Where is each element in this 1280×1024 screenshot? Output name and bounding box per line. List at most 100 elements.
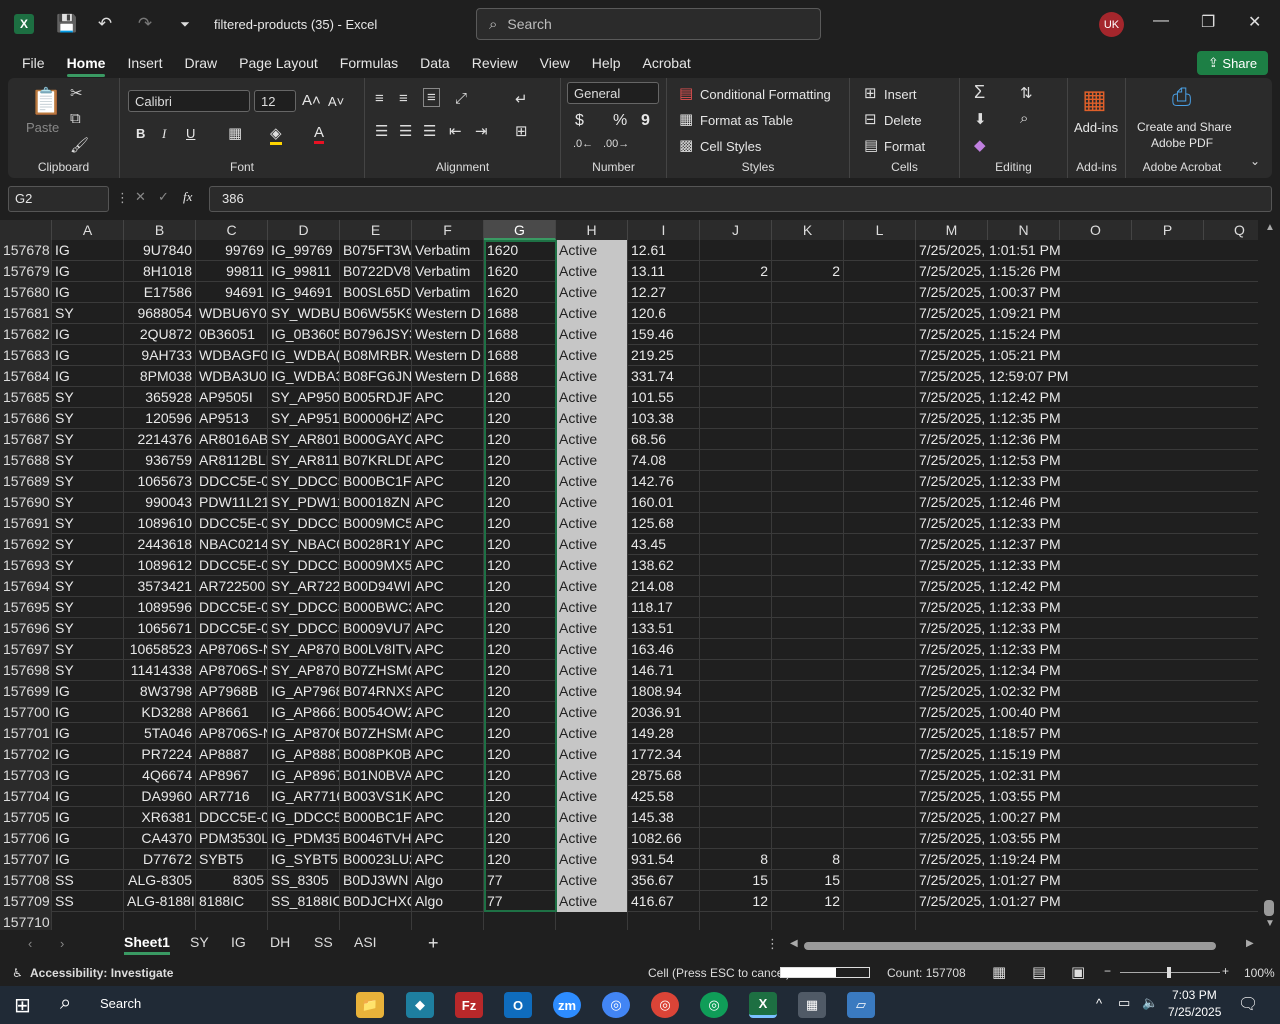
sheet-tab-sheet1[interactable]: Sheet1 [124, 934, 170, 955]
column-header[interactable]: E [340, 220, 412, 240]
row-number[interactable]: 157701 [0, 723, 52, 744]
sheet-tab-dh[interactable]: DH [270, 934, 290, 950]
grid-cell[interactable] [700, 681, 772, 702]
name-box[interactable]: G2 [8, 186, 109, 212]
grid-cell[interactable]: D77672 [124, 849, 196, 870]
row-number[interactable]: 157709 [0, 891, 52, 912]
row-number[interactable]: 157686 [0, 408, 52, 429]
grid-cell[interactable]: 120 [484, 786, 556, 807]
bold-button[interactable]: B [136, 126, 145, 141]
zoom-slider[interactable] [1120, 967, 1220, 978]
grid-cell[interactable]: IG_99769 [268, 240, 340, 261]
grid-cell[interactable]: SY_AP8706 [268, 639, 340, 660]
prev-sheet-icon[interactable]: ‹ [28, 936, 32, 951]
grid-cell[interactable]: 142.76 [628, 471, 700, 492]
grid-cell[interactable]: IG_AP8706 [268, 723, 340, 744]
grid-cell[interactable] [844, 282, 916, 303]
grid-cell[interactable]: Active [556, 303, 628, 324]
grid-cell[interactable]: IG [52, 702, 124, 723]
grid-cell[interactable] [340, 912, 412, 930]
grid-cell[interactable] [844, 450, 916, 471]
column-header[interactable]: K [772, 220, 844, 240]
grid-cell[interactable] [844, 597, 916, 618]
decrease-font-icon[interactable]: A˅ [328, 94, 344, 109]
grid-cell[interactable]: Active [556, 324, 628, 345]
grid-cell[interactable]: Active [556, 387, 628, 408]
grid-cell[interactable] [700, 576, 772, 597]
delete-cells-button[interactable]: Delete [884, 113, 922, 128]
grid-cell[interactable]: B01N0BVA [340, 765, 412, 786]
grid-cell[interactable] [772, 807, 844, 828]
grid-cell[interactable]: 9688054 [124, 303, 196, 324]
customize-qat-icon[interactable]: ⏷ [176, 17, 194, 32]
grid-cell[interactable]: 1089612 [124, 555, 196, 576]
tab-page-layout[interactable]: Page Layout [239, 55, 318, 71]
grid-cell[interactable] [772, 639, 844, 660]
grid-cell[interactable]: Algo [412, 870, 484, 891]
grid-cell[interactable]: SY [52, 471, 124, 492]
grid-cell[interactable]: DDCC5E-0: [196, 807, 268, 828]
grid-cell[interactable]: APC [412, 576, 484, 597]
grid-cell[interactable]: NBAC0214 [196, 534, 268, 555]
grid-cell[interactable]: 7/25/2025, 1:12:33 PM [916, 639, 1132, 660]
grid-cell[interactable] [772, 450, 844, 471]
column-header[interactable]: J [700, 220, 772, 240]
grid-cell[interactable]: APC [412, 681, 484, 702]
grid-cell[interactable] [844, 534, 916, 555]
row-number[interactable]: 157706 [0, 828, 52, 849]
row-number[interactable]: 157697 [0, 639, 52, 660]
grid-cell[interactable]: APC [412, 513, 484, 534]
grid-cell[interactable]: IG [52, 261, 124, 282]
grid-cell[interactable]: 101.55 [628, 387, 700, 408]
close-button[interactable]: ✕ [1248, 12, 1261, 32]
grid-cell[interactable]: B08MRBRJ [340, 345, 412, 366]
grid-cell[interactable]: 7/25/2025, 1:03:55 PM [916, 828, 1132, 849]
grid-cell[interactable]: B00SL65D) [340, 282, 412, 303]
grid-cell[interactable]: B000BC1F/ [340, 471, 412, 492]
align-left-icon[interactable]: ☰ [375, 122, 388, 140]
grid-cell[interactable]: B00LV8ITV [340, 639, 412, 660]
grid-cell[interactable]: DDCC5E-0: [196, 597, 268, 618]
grid-cell[interactable]: 74.08 [628, 450, 700, 471]
outlook-icon[interactable]: O [504, 992, 532, 1018]
grid-cell[interactable]: SYBT5 [196, 849, 268, 870]
grid-cell[interactable]: Active [556, 639, 628, 660]
grid-cell[interactable] [772, 429, 844, 450]
grid-cell[interactable] [700, 912, 772, 930]
addins-button[interactable]: Add-ins [1074, 120, 1118, 135]
grid-cell[interactable]: IG_99811 [268, 261, 340, 282]
grid-cell[interactable] [772, 303, 844, 324]
grid-cell[interactable]: 7/25/2025, 12:59:07 PM [916, 366, 1132, 387]
grid-cell[interactable]: WDBA3U0( [196, 366, 268, 387]
page-layout-view-icon[interactable]: ▤ [1032, 963, 1046, 981]
sheet-tab-ig[interactable]: IG [231, 934, 246, 950]
grid-cell[interactable]: SY_DDCC5 [268, 597, 340, 618]
row-number[interactable]: 157684 [0, 366, 52, 387]
grid-cell[interactable]: 120 [484, 828, 556, 849]
grid-cell[interactable]: APC [412, 660, 484, 681]
grid-cell[interactable]: 149.28 [628, 723, 700, 744]
grid-cell[interactable] [844, 849, 916, 870]
row-number[interactable]: 157704 [0, 786, 52, 807]
grid-cell[interactable]: 120 [484, 534, 556, 555]
grid-cell[interactable]: E17586 [124, 282, 196, 303]
grid-cell[interactable]: Active [556, 534, 628, 555]
formula-options-icon[interactable]: ⋮ [116, 190, 129, 206]
grid-cell[interactable]: IG_SYBT5 [268, 849, 340, 870]
grid-cell[interactable]: 1808.94 [628, 681, 700, 702]
grid-cell[interactable]: KD3288 [124, 702, 196, 723]
scroll-left-icon[interactable]: ◀ [790, 938, 798, 949]
grid-cell[interactable]: XR6381 [124, 807, 196, 828]
grid-cell[interactable]: SY [52, 618, 124, 639]
grid-cell[interactable]: APC [412, 744, 484, 765]
grid-cell[interactable]: 8PM038 [124, 366, 196, 387]
grid-cell[interactable]: B00023LU2 [340, 849, 412, 870]
grid-cell[interactable]: SY [52, 387, 124, 408]
select-all-corner[interactable] [0, 220, 52, 240]
increase-indent-icon[interactable]: ⇥ [475, 122, 488, 140]
collapse-ribbon-icon[interactable]: ⌄ [1250, 154, 1260, 168]
align-bottom-icon[interactable]: ≡ [423, 88, 440, 107]
grid-cell[interactable]: 120 [484, 492, 556, 513]
grid-cell[interactable]: Active [556, 261, 628, 282]
spreadsheet-grid[interactable]: ABCDEFGHIJKLMNOPQ 157678 IG 9U7840 99769 IG_… [0, 220, 1258, 930]
